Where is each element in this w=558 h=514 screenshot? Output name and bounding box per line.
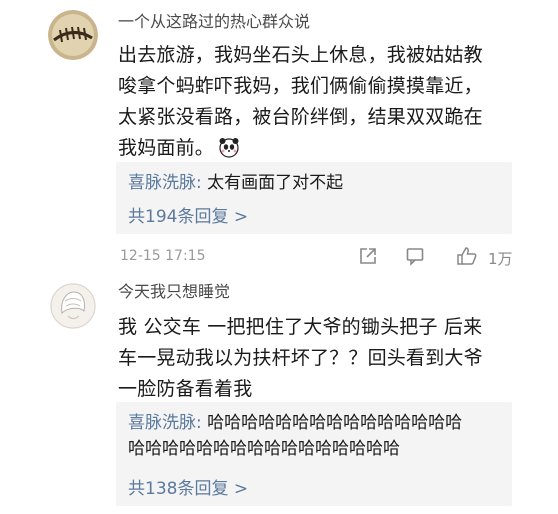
comment-item: 一个从这路过的热心群众说 出去旅游，我妈坐石头上休息，我被姑姑教 唆拿个蚂蚱吓我… bbox=[0, 0, 558, 246]
reply-text: 喜脉洗脉: 太有画面了对不起 bbox=[128, 173, 344, 193]
comment-item: 今天我只想睡觉 我 公交车 一把把住了大爷的锄头把子 后来 车一晃动我以为扶杆坏… bbox=[0, 262, 558, 514]
reply-count-link[interactable]: 共138条回复 > bbox=[128, 474, 248, 499]
reply-text: 哈哈哈哈哈哈哈哈哈哈哈哈哈哈哈哈 bbox=[128, 439, 400, 459]
avatar[interactable] bbox=[50, 283, 96, 329]
reply-preview[interactable]: 喜脉洗脉: 哈哈哈哈哈哈哈哈哈哈哈哈哈哈哈 哈哈哈哈哈哈哈哈哈哈哈哈哈哈哈哈 共… bbox=[116, 402, 512, 506]
reply-text: 喜脉洗脉: 哈哈哈哈哈哈哈哈哈哈哈哈哈哈哈 bbox=[128, 413, 463, 433]
reply-author[interactable]: 喜脉洗脉: bbox=[128, 413, 202, 433]
avatar[interactable] bbox=[48, 10, 98, 60]
reply-preview[interactable]: 喜脉洗脉: 太有画面了对不起 共194条回复 > bbox=[116, 162, 512, 234]
comment-text: 出去旅游，我妈坐石头上休息，我被姑姑教 唆拿个蚂蚱吓我妈，我们俩偷偷摸摸靠近， … bbox=[118, 44, 483, 159]
panda-emoji-icon bbox=[218, 136, 240, 158]
username[interactable]: 今天我只想睡觉 bbox=[118, 282, 230, 302]
comment-text: 我 公交车 一把把住了大爷的锄头把子 后来 车一晃动我以为扶杆坏了？？回头看到大… bbox=[118, 316, 483, 400]
reply-count-link[interactable]: 共194条回复 > bbox=[128, 202, 248, 227]
reply-author[interactable]: 喜脉洗脉: bbox=[128, 173, 202, 193]
username[interactable]: 一个从这路过的热心群众说 bbox=[118, 12, 310, 32]
